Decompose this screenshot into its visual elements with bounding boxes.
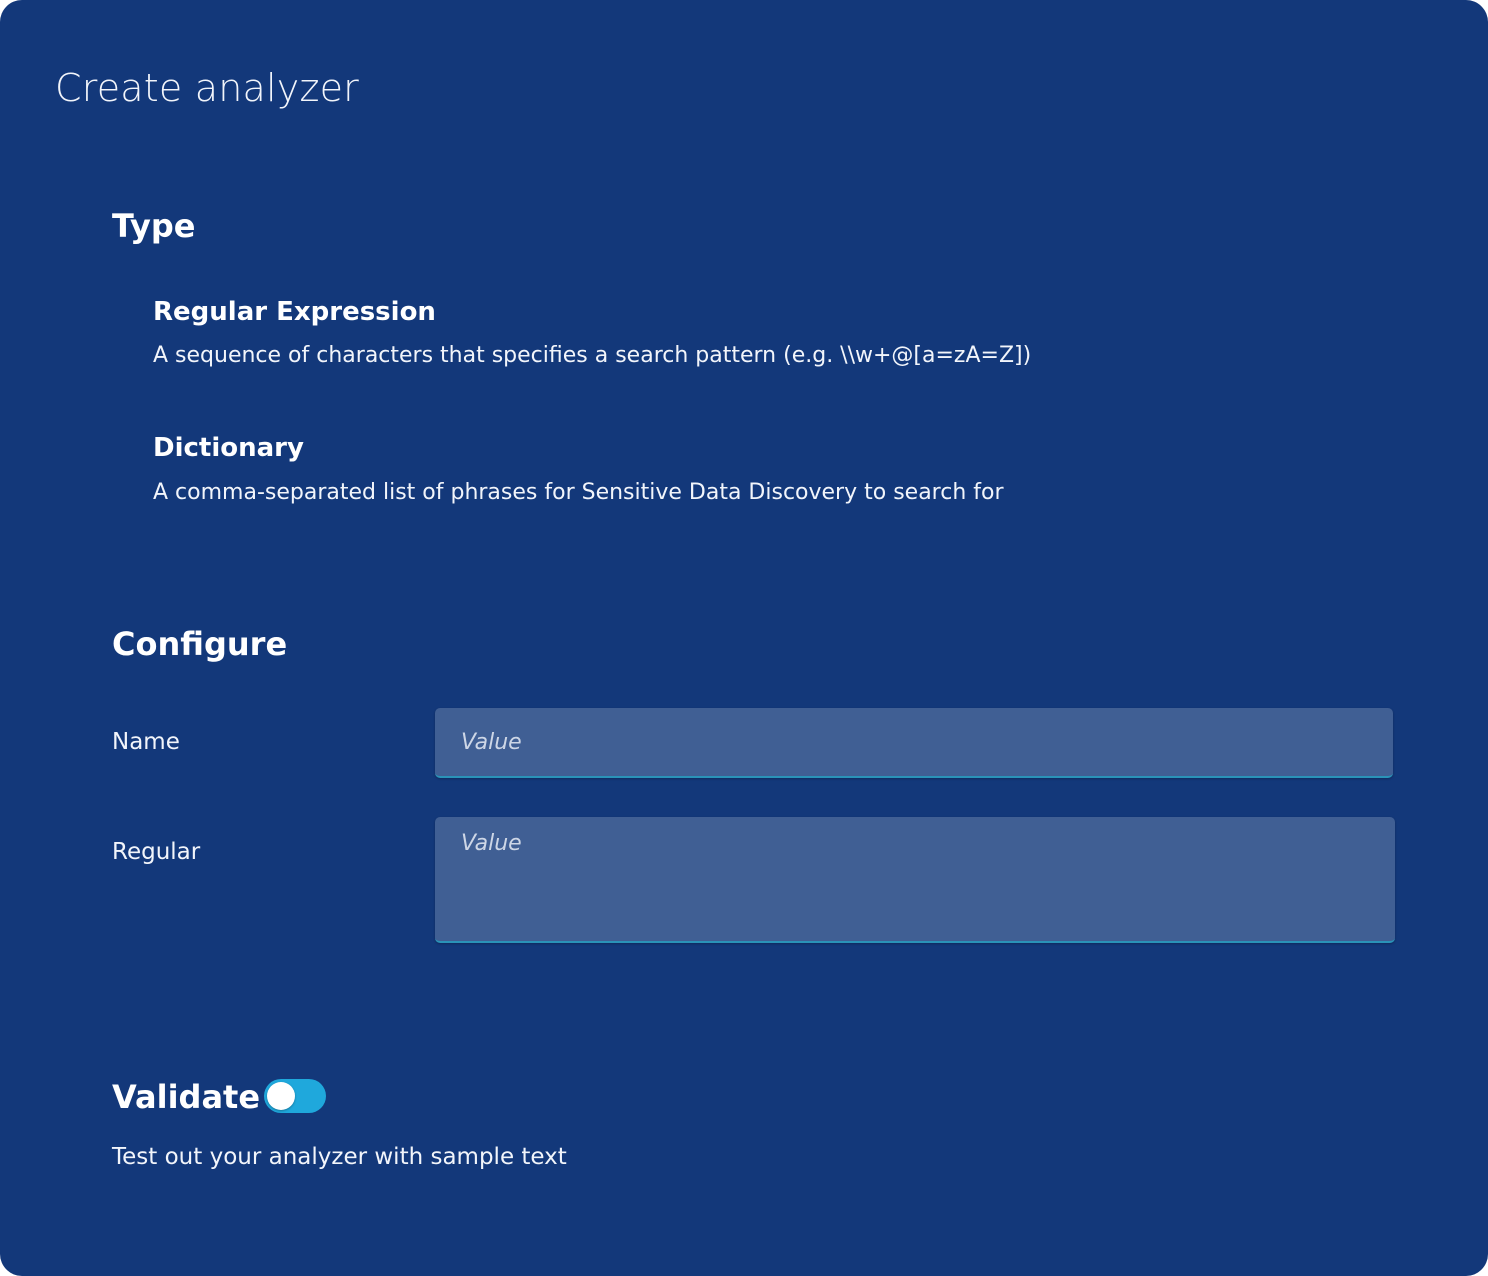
type-option-regex-title[interactable]: Regular Expression: [153, 296, 436, 328]
type-option-dictionary-title[interactable]: Dictionary: [153, 432, 304, 464]
type-section-heading: Type: [112, 207, 196, 245]
type-option-regex-description: A sequence of characters that specifies …: [153, 343, 1032, 368]
regular-field-label: Regular: [112, 839, 201, 865]
validate-description: Test out your analyzer with sample text: [112, 1144, 567, 1170]
toggle-knob: [267, 1082, 295, 1110]
create-analyzer-panel: Create analyzer Type Regular Expression …: [0, 0, 1488, 1276]
name-input[interactable]: [435, 708, 1393, 778]
type-option-dictionary-description: A comma-separated list of phrases for Se…: [153, 480, 1004, 505]
name-field-label: Name: [112, 729, 180, 755]
validate-section-heading: Validate: [112, 1078, 261, 1116]
page-title: Create analyzer: [55, 66, 359, 110]
regular-expression-input[interactable]: [435, 817, 1395, 943]
validate-toggle[interactable]: [264, 1079, 326, 1113]
configure-section-heading: Configure: [112, 625, 288, 663]
